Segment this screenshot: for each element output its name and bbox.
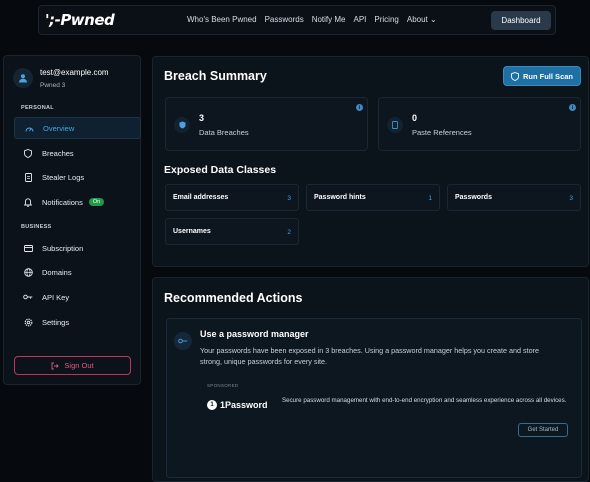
action-card: Use a password manager Your passwords ha… [166, 318, 582, 478]
business-section-label: BUSINESS [21, 224, 52, 230]
data-class-name: Password hints [314, 194, 366, 201]
data-breaches-card: 3 Data Breaches i [165, 97, 368, 151]
recommended-actions-title: Recommended Actions [164, 291, 303, 305]
paste-references-count: 0 [412, 113, 418, 123]
sign-out-button[interactable]: Sign Out [14, 356, 131, 375]
sidebar-item-label: Domains [42, 267, 72, 277]
data-class-count: 2 [287, 229, 291, 236]
sign-out-label: Sign Out [64, 361, 94, 370]
personal-section-label: PERSONAL [21, 105, 54, 111]
nav-passwords[interactable]: Passwords [265, 15, 304, 24]
nav-whos-been-pwned[interactable]: Who's Been Pwned [187, 15, 257, 24]
main-nav: Who's Been Pwned Passwords Notify Me API… [187, 15, 445, 24]
dashboard-icon [23, 125, 35, 132]
key-icon [22, 294, 34, 300]
sponsor-description: Secure password management with end-to-e… [282, 397, 567, 404]
sidebar-item-label: API Key [42, 292, 70, 302]
nav-notify-me[interactable]: Notify Me [312, 15, 346, 24]
sidebar-item-label: Settings [42, 317, 70, 327]
pwned-count: Pwned 3 [40, 82, 66, 89]
sidebar-item-subscription[interactable]: Subscription [14, 237, 141, 259]
data-class-card[interactable]: Password hints 1 [306, 184, 440, 211]
top-navbar: ';-Pwned Who's Been Pwned Passwords Noti… [38, 5, 556, 35]
exposed-data-classes-title: Exposed Data Classes [164, 164, 277, 176]
nav-api[interactable]: API [354, 15, 367, 24]
data-breaches-count: 3 [199, 113, 205, 123]
bell-icon [22, 197, 34, 207]
get-started-button[interactable]: Get Started [518, 423, 568, 437]
nav-pricing[interactable]: Pricing [374, 15, 398, 24]
data-class-name: Usernames [173, 228, 211, 235]
sidebar-item-domains[interactable]: Domains [14, 261, 141, 283]
recommended-actions-panel: Recommended Actions Use a password manag… [152, 277, 589, 482]
data-class-count: 3 [287, 195, 291, 202]
sign-out-icon [51, 362, 60, 369]
data-class-name: Passwords [455, 194, 492, 201]
shield-icon [22, 148, 34, 158]
sidebar-item-label: Stealer Logs [42, 172, 85, 182]
site-logo[interactable]: ';-Pwned [45, 11, 115, 29]
data-class-card[interactable]: Usernames 2 [165, 218, 299, 245]
data-class-count: 3 [569, 195, 573, 202]
run-full-scan-label: Run Full Scan [522, 71, 573, 81]
data-class-name: Email addresses [173, 194, 229, 201]
sidebar-item-label: Overview [43, 123, 75, 133]
sponsor-name: 1Password [220, 400, 268, 410]
document-icon [387, 117, 403, 133]
dashboard-button[interactable]: Dashboard [491, 11, 551, 30]
sponsored-label: SPONSORED [207, 383, 239, 388]
sidebar-item-label: Notifications [42, 197, 83, 207]
gear-icon [22, 318, 34, 327]
data-class-card[interactable]: Passwords 3 [447, 184, 581, 211]
user-icon [19, 74, 27, 83]
shield-icon [511, 71, 519, 81]
action-title: Use a password manager [200, 329, 309, 339]
status-badge: On [88, 198, 105, 206]
info-icon[interactable]: i [356, 104, 363, 111]
sidebar: test@example.com Pwned 3 PERSONAL Overvi… [3, 55, 141, 385]
user-email: test@example.com [40, 68, 109, 77]
data-class-count: 1 [428, 195, 432, 202]
page-title: Breach Summary [164, 69, 267, 83]
run-full-scan-button[interactable]: Run Full Scan [503, 66, 581, 86]
sidebar-item-settings[interactable]: Settings [14, 311, 141, 333]
nav-about[interactable]: About ⌄ [407, 15, 437, 24]
info-icon[interactable]: i [569, 104, 576, 111]
globe-icon [22, 267, 34, 277]
avatar [13, 68, 33, 88]
action-description: Your passwords have been exposed in 3 br… [200, 346, 539, 366]
onepassword-icon: 1 [207, 400, 217, 410]
key-icon [174, 332, 192, 350]
sidebar-item-label: Breaches [42, 148, 74, 158]
document-icon [22, 172, 34, 182]
paste-references-label: Paste References [412, 128, 472, 137]
sponsor-logo: 1 1Password [207, 400, 268, 410]
card-icon [22, 244, 34, 252]
sidebar-item-stealer-logs[interactable]: Stealer Logs [14, 166, 141, 188]
sidebar-item-api-key[interactable]: API Key [14, 286, 141, 308]
data-breaches-label: Data Breaches [199, 128, 249, 137]
sidebar-item-overview[interactable]: Overview [14, 117, 141, 139]
breach-summary-panel: Breach Summary Run Full Scan 3 Data Brea… [152, 56, 589, 267]
sidebar-item-label: Subscription [42, 243, 84, 253]
sidebar-item-breaches[interactable]: Breaches [14, 142, 141, 164]
paste-references-card: 0 Paste References i [378, 97, 581, 151]
shield-icon [174, 117, 190, 133]
sidebar-item-notifications[interactable]: Notifications On [14, 191, 141, 213]
data-class-card[interactable]: Email addresses 3 [165, 184, 299, 211]
